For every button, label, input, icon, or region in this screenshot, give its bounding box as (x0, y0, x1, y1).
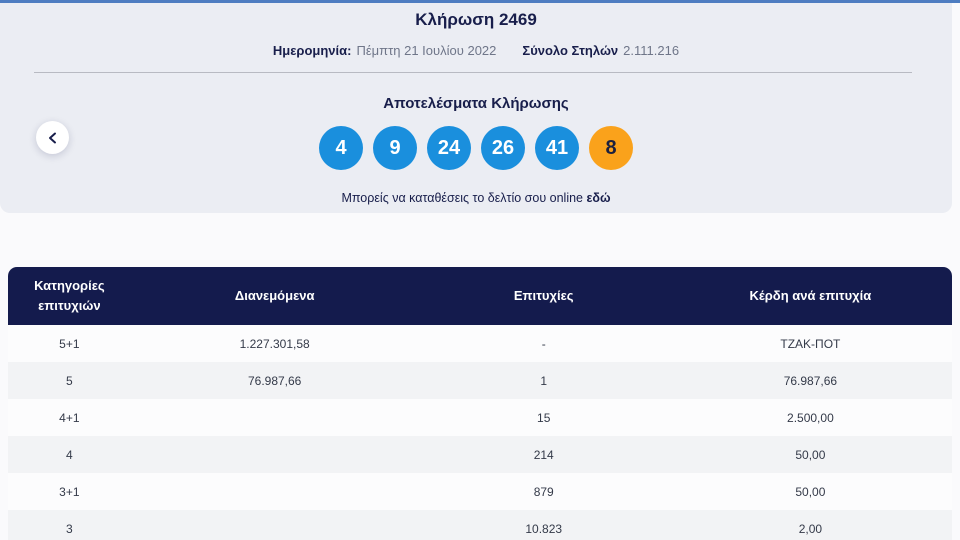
prize-table-container: Κατηγορίες επιτυχιών Διανεμόμενα Επιτυχί… (8, 267, 952, 540)
table-row: 5 76.987,66 1 76.987,66 (8, 362, 952, 399)
cell-winners: 15 (537, 410, 551, 425)
prize-table: Κατηγορίες επιτυχιών Διανεμόμενα Επιτυχί… (8, 267, 952, 540)
lottery-ball: 4 (319, 126, 363, 170)
cell-distributed: 76.987,66 (247, 373, 302, 388)
header-categories: Κατηγορίες επιτυχιών (8, 267, 131, 325)
cell-prize: 76.987,66 (783, 373, 838, 388)
note-text: Μπορείς να καταθέσεις το δελτίο σου onli… (341, 191, 583, 205)
cell-category: 4+1 (59, 410, 80, 425)
cell-category: 3 (66, 521, 73, 536)
header-prize: Κέρδη ανά επιτυχία (668, 267, 952, 325)
lottery-ball: 24 (427, 126, 471, 170)
cell-winners: 10.823 (525, 521, 563, 536)
chevron-left-icon (48, 132, 57, 144)
table-row: 5+1 1.227.301,58 - ΤΖΑΚ-ΠΟΤ (8, 325, 952, 362)
online-slip-note: Μπορείς να καταθέσεις το δελτίο σου onli… (0, 191, 952, 205)
cell-prize: 2,00 (798, 521, 823, 536)
cell-prize: 50,00 (795, 447, 826, 462)
cell-winners: 214 (533, 447, 554, 462)
cell-category: 4 (66, 447, 73, 462)
table-row: 3 10.823 2,00 (8, 510, 952, 540)
draw-summary-panel: Κλήρωση 2469 Ημερομηνία: Πέμπτη 21 Ιουλί… (0, 3, 952, 213)
results-title: Αποτελέσματα Κλήρωσης (383, 95, 569, 112)
columns-label: Σύνολο Στηλών (522, 43, 619, 58)
cell-prize: ΤΖΑΚ-ΠΟΤ (780, 336, 841, 351)
table-row: 4+1 15 2.500,00 (8, 399, 952, 436)
cell-prize: 2.500,00 (787, 410, 834, 425)
header-distributed: Διανεμόμενα (130, 267, 419, 325)
table-row: 3+1 879 50,00 (8, 473, 952, 510)
draw-title: Κλήρωση 2469 (415, 10, 537, 29)
lottery-ball: 8 (589, 126, 633, 170)
draw-date: Ημερομηνία: Πέμπτη 21 Ιουλίου 2022 (273, 43, 496, 58)
columns-value: 2.111.216 (623, 43, 680, 58)
cell-category: 3+1 (59, 484, 80, 499)
cell-distributed: 1.227.301,58 (239, 336, 310, 351)
drawn-numbers: 4 9 24 26 41 8 (0, 126, 952, 170)
cell-winners: - (541, 336, 546, 351)
cell-category: 5+1 (59, 336, 80, 351)
cell-category: 5 (66, 373, 73, 388)
cell-distributed (131, 510, 419, 540)
cell-distributed (131, 399, 419, 436)
prize-table-header: Κατηγορίες επιτυχιών Διανεμόμενα Επιτυχί… (8, 267, 952, 325)
header-winners: Επιτυχίες (418, 267, 669, 325)
lottery-ball: 26 (481, 126, 525, 170)
cell-winners: 1 (540, 373, 548, 388)
cell-prize: 50,00 (795, 484, 826, 499)
total-columns: Σύνολο Στηλών 2.111.216 (522, 43, 679, 58)
prize-table-body: 5+1 1.227.301,58 - ΤΖΑΚ-ΠΟΤ 5 76.987,66 … (8, 325, 952, 540)
header-divider (34, 72, 912, 73)
note-here-link[interactable]: εδώ (586, 191, 610, 205)
draw-meta-row: Ημερομηνία: Πέμπτη 21 Ιουλίου 2022 Σύνολ… (0, 43, 952, 58)
date-label: Ημερομηνία: (272, 43, 352, 58)
cell-winners: 879 (533, 484, 554, 499)
lottery-ball: 41 (535, 126, 579, 170)
lottery-ball: 9 (373, 126, 417, 170)
cell-distributed (131, 436, 419, 473)
cell-distributed (131, 473, 419, 510)
table-row: 4 214 50,00 (8, 436, 952, 473)
previous-draw-button[interactable] (36, 121, 69, 154)
date-value: Πέμπτη 21 Ιουλίου 2022 (356, 43, 497, 58)
